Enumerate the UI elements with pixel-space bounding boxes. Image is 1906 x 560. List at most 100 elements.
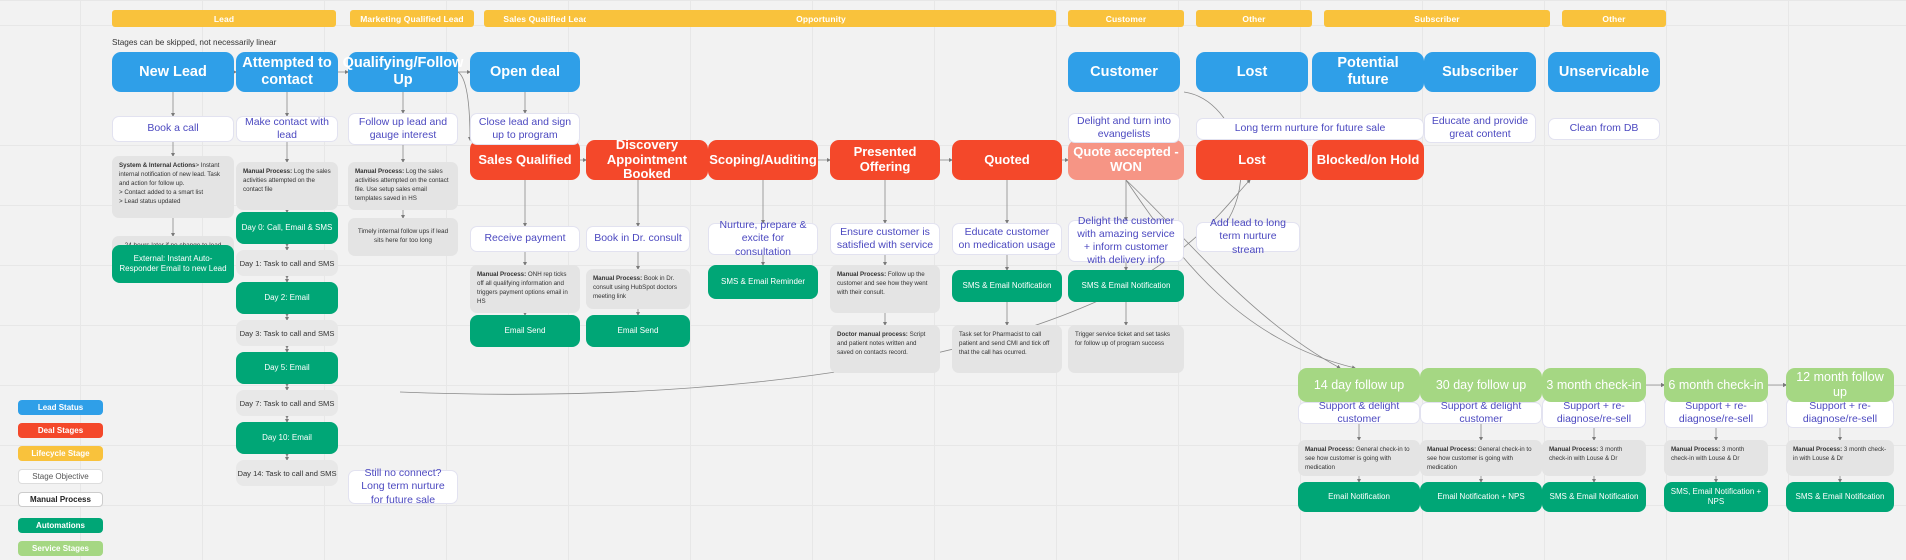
deal-stage-discovery-appointment-booked[interactable]: Discovery Appointment Booked bbox=[586, 137, 708, 181]
stage-objective: Close lead and sign up to program bbox=[470, 113, 580, 145]
legend-item-service-stages: Service Stages bbox=[18, 541, 103, 556]
service-stage-1[interactable]: 30 day follow up bbox=[1420, 368, 1542, 402]
service-stage-3[interactable]: 6 month check-in bbox=[1664, 368, 1768, 402]
automation-card: Email Notification + NPS bbox=[1420, 482, 1542, 512]
manual-card-title: System & Internal Actions bbox=[119, 162, 196, 169]
manual-process-card: Manual Process: General check-in to see … bbox=[1298, 440, 1420, 476]
automation-card: Email Send bbox=[470, 315, 580, 347]
lead-status-customer[interactable]: Customer bbox=[1068, 52, 1180, 92]
day-step-card: Day 3: Task to call and SMS bbox=[236, 320, 338, 346]
manual-card-title: Manual Process: bbox=[1671, 446, 1721, 453]
lead-status-new-lead[interactable]: New Lead bbox=[112, 52, 234, 92]
manual-process-card: System & Internal Actions> Instant inter… bbox=[112, 156, 234, 218]
lifecycle-band: Other bbox=[1562, 10, 1666, 27]
day-step-card: Day 7: Task to call and SMS bbox=[236, 390, 338, 416]
lead-status-open-deal[interactable]: Open deal bbox=[470, 52, 580, 92]
lead-status-qualifying-follow-up[interactable]: Qualifying/Follow Up bbox=[343, 52, 463, 92]
lifecycle-band: Lead bbox=[112, 10, 336, 27]
service-stage-0[interactable]: 14 day follow up bbox=[1298, 368, 1420, 402]
lifecycle-band: Opportunity bbox=[586, 10, 1056, 27]
lifecycle-band: Subscriber bbox=[1324, 10, 1550, 27]
stage-objective: Nurture, prepare & excite for consultati… bbox=[708, 219, 818, 258]
stage-objective: Clean from DB bbox=[1548, 118, 1660, 140]
grid-line-vertical bbox=[690, 0, 691, 560]
manual-process-card: Timely internal follow ups if lead sits … bbox=[348, 218, 458, 256]
lifecycle-band: Other bbox=[1196, 10, 1312, 27]
manual-process-card: Manual Process: Follow up the customer a… bbox=[830, 265, 940, 313]
automation-card: SMS & Email Notification bbox=[952, 270, 1062, 302]
manual-process-card: Manual Process: 3 month check-in with Lo… bbox=[1542, 440, 1646, 476]
stage-objective: Book in Dr. consult bbox=[586, 226, 690, 252]
stage-objective: Educate customer on medication usage bbox=[952, 223, 1062, 255]
manual-process-card: Manual Process: General check-in to see … bbox=[1420, 440, 1542, 476]
deal-stage-presented-offering[interactable]: Presented Offering bbox=[830, 140, 940, 180]
deal-stage-quote-accepted-won[interactable]: Quote accepted - WON bbox=[1068, 140, 1184, 180]
automation-card: SMS & Email Notification bbox=[1542, 482, 1646, 512]
lifecycle-band: Customer bbox=[1068, 10, 1184, 27]
stage-objective: Book a call bbox=[112, 116, 234, 142]
manual-card-title: Manual Process: bbox=[1427, 446, 1477, 453]
manual-process-card: Trigger service ticket and set tasks for… bbox=[1068, 325, 1184, 373]
deal-stage-quoted[interactable]: Quoted bbox=[952, 140, 1062, 180]
grid-line-vertical bbox=[1788, 0, 1789, 560]
legend-item-automations: Automations bbox=[18, 518, 103, 533]
day-step-card: Day 2: Email bbox=[236, 282, 338, 314]
stage-objective: Educate and provide great content bbox=[1424, 113, 1536, 143]
stage-objective: Support & delight customer bbox=[1298, 400, 1420, 425]
service-stage-2[interactable]: 3 month check-in bbox=[1542, 368, 1646, 402]
stage-objective: Delight the customer with amazing servic… bbox=[1068, 215, 1184, 266]
legend-item-deal-stages: Deal Stages bbox=[18, 423, 103, 438]
stage-objective: Support + re-diagnose/re-sell bbox=[1542, 398, 1646, 428]
lead-status-unservicable[interactable]: Unservicable bbox=[1548, 52, 1660, 92]
manual-card-title: Manual Process: bbox=[593, 275, 643, 282]
diagram-note: Stages can be skipped, not necessarily l… bbox=[112, 38, 277, 47]
automation-card: Email Send bbox=[586, 315, 690, 347]
lead-status-attempted-to-contact[interactable]: Attempted to contact bbox=[236, 52, 338, 92]
automation-card: SMS, Email Notification + NPS bbox=[1664, 482, 1768, 512]
legend-item-manual-process: Manual Process bbox=[18, 492, 103, 507]
manual-card-title: Manual Process: bbox=[1793, 446, 1843, 453]
stage-objective: Support & delight customer bbox=[1420, 400, 1542, 425]
lead-status-lost[interactable]: Lost bbox=[1196, 52, 1308, 92]
manual-card-title: Manual Process: bbox=[1549, 446, 1599, 453]
manual-card-title: Manual Process: bbox=[1305, 446, 1355, 453]
grid-line-vertical bbox=[1666, 0, 1667, 560]
manual-card-title: Manual Process: bbox=[355, 168, 405, 175]
manual-process-card: Manual Process: Book in Dr. consult usin… bbox=[586, 269, 690, 309]
lifecycle-band: Marketing Qualified Lead bbox=[350, 10, 474, 27]
stage-objective: Support + re-diagnose/re-sell bbox=[1664, 398, 1768, 428]
legend-item-lead-status: Lead Status bbox=[18, 400, 103, 415]
manual-process-card: Task set for Pharmacist to call patient … bbox=[952, 325, 1062, 373]
manual-process-card: Doctor manual process: Script and patien… bbox=[830, 325, 940, 373]
manual-card-body: Task set for Pharmacist to call patient … bbox=[959, 331, 1050, 356]
legend-item-stage-objective: Stage Objective bbox=[18, 469, 103, 484]
manual-card-title: Doctor manual process: bbox=[837, 331, 908, 338]
day-step-card: Day 1: Task to call and SMS bbox=[236, 250, 338, 276]
automation-card: Email Notification bbox=[1298, 482, 1420, 512]
stage-objective: Support + re-diagnose/re-sell bbox=[1786, 398, 1894, 428]
manual-card-title: Manual Process: bbox=[243, 168, 293, 175]
deal-stage-blocked-on-hold[interactable]: Blocked/on Hold bbox=[1312, 140, 1424, 180]
automation-card: SMS & Email Notification bbox=[1786, 482, 1894, 512]
lead-status-subscriber[interactable]: Subscriber bbox=[1424, 52, 1536, 92]
manual-process-card: Manual Process: 3 month check-in with Lo… bbox=[1664, 440, 1768, 476]
stage-objective: Delight and turn into evangelists bbox=[1068, 113, 1180, 143]
day-step-card: Day 14: Task to call and SMS bbox=[236, 460, 338, 486]
deal-stage-lost[interactable]: Lost bbox=[1196, 140, 1308, 180]
day-step-card: Day 0: Call, Email & SMS bbox=[236, 212, 338, 244]
deal-stage-sales-qualified[interactable]: Sales Qualified bbox=[470, 140, 580, 180]
manual-process-card: Manual Process: Log the sales activities… bbox=[348, 162, 458, 210]
stage-objective: Add lead to long term nurture stream bbox=[1196, 217, 1300, 256]
lead-status-potential-future[interactable]: Potential future bbox=[1312, 52, 1424, 92]
day-step-card: Day 10: Email bbox=[236, 422, 338, 454]
stage-objective: Long term nurture for future sale bbox=[1196, 118, 1424, 140]
manual-card-body: Timely internal follow ups if lead sits … bbox=[357, 228, 449, 244]
deal-stage-scoping-auditing[interactable]: Scoping/Auditing bbox=[708, 140, 818, 180]
service-stage-4[interactable]: 12 month follow up bbox=[1786, 368, 1894, 402]
manual-card-title: Manual Process: bbox=[837, 271, 887, 278]
manual-process-card: Manual Process: 3 month check-in with Lo… bbox=[1786, 440, 1894, 476]
flowchart-canvas: Stages can be skipped, not necessarily l… bbox=[0, 0, 1906, 560]
stage-objective: Follow up lead and gauge interest bbox=[348, 113, 458, 145]
automation-card: SMS & Email Reminder bbox=[708, 265, 818, 299]
stage-objective: Receive payment bbox=[470, 226, 580, 252]
